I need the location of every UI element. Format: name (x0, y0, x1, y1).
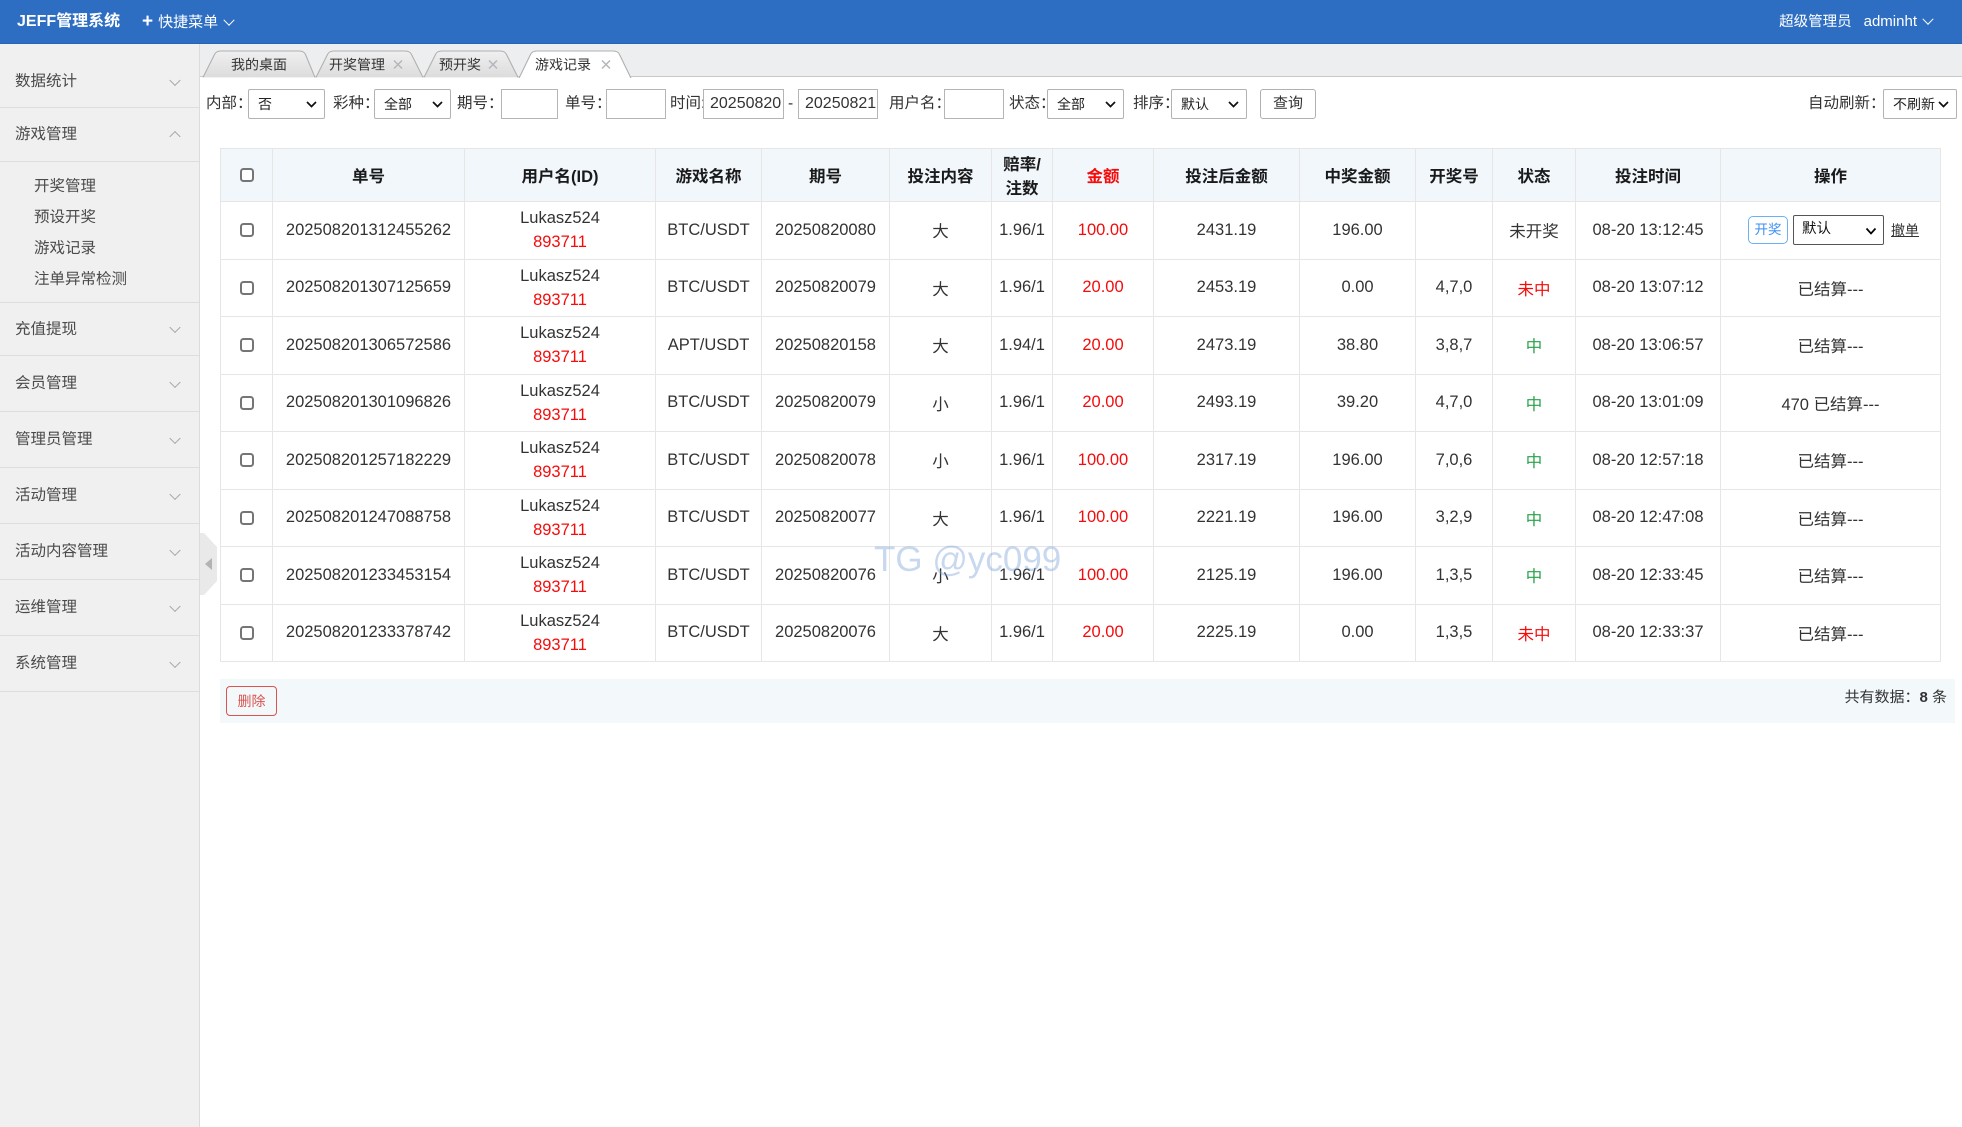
svg-text:开奖管理: 开奖管理 (329, 57, 385, 73)
svg-text:我的桌面: 我的桌面 (231, 57, 287, 73)
svg-text:游戏记录: 游戏记录 (535, 57, 591, 73)
svg-text:预开奖: 预开奖 (439, 57, 481, 73)
